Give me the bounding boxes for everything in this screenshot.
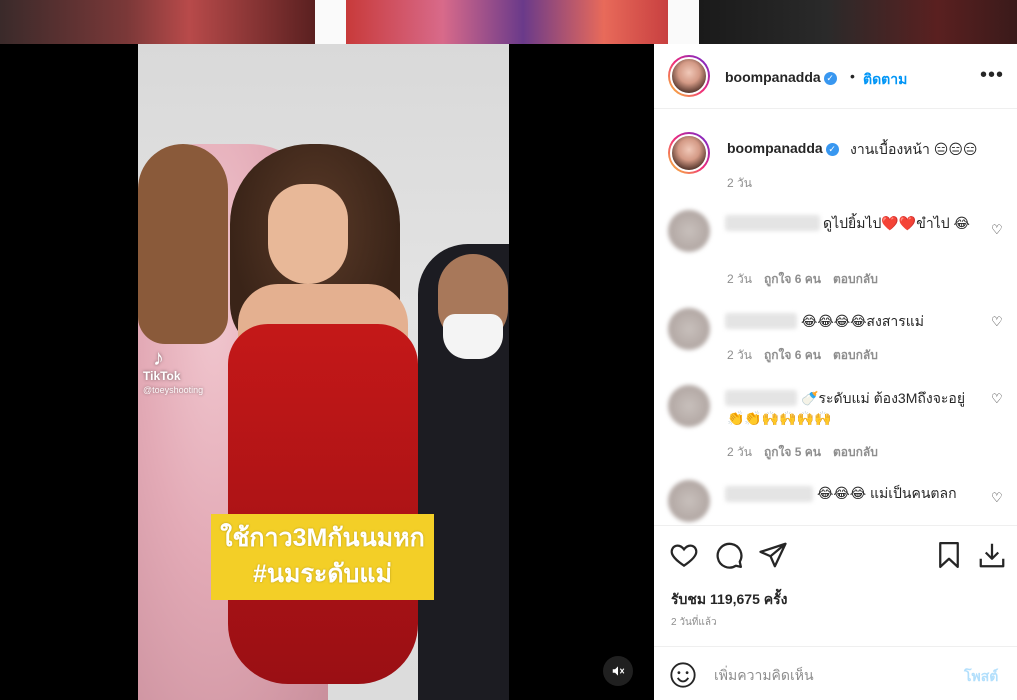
comment-time[interactable]: 2 วัน xyxy=(727,348,752,362)
thumbnail-image[interactable] xyxy=(699,0,1017,44)
video-caption-line: ใช้กาว3Mกันนมหก xyxy=(220,524,425,552)
avatar[interactable] xyxy=(668,385,710,427)
comment-text: 😂😂😂 แม่เป็นคนตลก xyxy=(817,485,957,501)
header-username-text[interactable]: boompanadda xyxy=(725,69,821,85)
avatar[interactable] xyxy=(668,132,710,174)
instagram-post-modal: ♪ TikTok @toeyshooting ใช้กาว3Mกันนมหก #… xyxy=(0,0,1017,700)
caption-username[interactable]: boompanadda ✓ xyxy=(727,140,839,156)
emoji-icon[interactable] xyxy=(669,661,697,689)
like-comment-heart-icon[interactable]: ♡ xyxy=(991,314,1003,330)
avatar[interactable] xyxy=(668,480,710,522)
comment-text: 🍼ระดับแม่ ต้อง3Mถึงจะอยู่ 👏👏🙌🙌🙌🙌 xyxy=(727,390,966,426)
share-icon[interactable] xyxy=(758,540,788,570)
post-actions-bar xyxy=(654,525,1017,583)
verified-badge-icon: ✓ xyxy=(825,143,839,156)
thumbnail-image[interactable] xyxy=(346,0,668,44)
avatar[interactable] xyxy=(668,55,710,97)
red-dress xyxy=(228,324,418,684)
caption-timestamp[interactable]: 2 วัน xyxy=(727,174,752,193)
muted-speaker-icon xyxy=(612,666,625,676)
tiktok-handle: @toeyshooting xyxy=(143,385,204,395)
reply-button[interactable]: ตอบกลับ xyxy=(833,445,878,459)
media-panel: ♪ TikTok @toeyshooting ใช้กาว3Mกันนมหก #… xyxy=(0,44,654,700)
view-count[interactable]: รับชม 119,675 ครั้ง xyxy=(671,589,787,611)
save-bookmark-icon[interactable] xyxy=(934,540,964,570)
comment-meta: 2 วัน ถูกใจ 5 คน ตอบกลับ xyxy=(727,443,890,462)
comment-likes[interactable]: ถูกใจ 6 คน xyxy=(764,272,821,286)
comment-time[interactable]: 2 วัน xyxy=(727,272,752,286)
verified-badge-icon: ✓ xyxy=(823,72,837,85)
post-video[interactable]: ♪ TikTok @toeyshooting ใช้กาว3Mกันนมหก #… xyxy=(138,44,509,700)
comment-time[interactable]: 2 วัน xyxy=(727,445,752,459)
caption-text: งานเบื้องหน้า 😑😑😑 xyxy=(850,141,978,157)
post-comment-button[interactable]: โพสต์ xyxy=(964,666,998,688)
heart-icon[interactable] xyxy=(669,540,699,570)
face-mask xyxy=(443,314,503,359)
post-sidebar: boompanadda ✓ • ติดตาม ••• boompanadda ✓ ง… xyxy=(654,44,1017,700)
video-caption-box: ใช้กาว3Mกันนมหก #นมระดับแม่ xyxy=(211,514,434,600)
like-comment-heart-icon[interactable]: ♡ xyxy=(991,222,1003,238)
reply-button[interactable]: ตอบกลับ xyxy=(833,272,878,286)
reply-button[interactable]: ตอบกลับ xyxy=(833,348,878,362)
mute-button[interactable] xyxy=(603,656,633,686)
add-comment-bar: โพสต์ xyxy=(654,646,1017,700)
tiktok-brand: TikTok xyxy=(143,369,181,383)
more-options-icon[interactable]: ••• xyxy=(980,64,1004,87)
comment-likes[interactable]: ถูกใจ 5 คน xyxy=(764,445,821,459)
comment-icon[interactable] xyxy=(714,540,744,570)
background-thumbnail-strip xyxy=(0,0,1017,44)
video-caption-line: #นมระดับแม่ xyxy=(252,560,393,588)
comment-meta: 2 วัน ถูกใจ 6 คน ตอบกลับ xyxy=(727,346,890,365)
comment-text: ดูไปยิ้มไป❤️❤️ขำไป 😂 xyxy=(823,215,970,231)
avatar[interactable] xyxy=(668,308,710,350)
avatar[interactable] xyxy=(668,210,710,252)
like-comment-heart-icon[interactable]: ♡ xyxy=(991,391,1003,407)
post-timestamp[interactable]: 2 วันที่แล้ว xyxy=(671,615,717,630)
header-username[interactable]: boompanadda ✓ xyxy=(725,69,837,85)
thumbnail-image[interactable] xyxy=(0,0,315,44)
post-header: boompanadda ✓ • ติดตาม ••• xyxy=(654,44,1017,109)
video-person xyxy=(138,144,228,344)
tiktok-watermark: ♪ TikTok @toeyshooting xyxy=(143,345,204,396)
header-separator: • xyxy=(850,68,855,84)
follow-button[interactable]: ติดตาม xyxy=(863,69,907,91)
caption-username-text[interactable]: boompanadda xyxy=(727,140,823,156)
comment-likes[interactable]: ถูกใจ 6 คน xyxy=(764,348,821,362)
comment-meta: 2 วัน ถูกใจ 6 คน ตอบกลับ xyxy=(727,270,890,289)
video-person xyxy=(268,184,348,284)
like-comment-heart-icon[interactable]: ♡ xyxy=(991,490,1003,506)
comment-input[interactable] xyxy=(714,664,954,686)
download-icon[interactable] xyxy=(977,540,1007,570)
tiktok-logo-icon: ♪ xyxy=(153,345,164,370)
comments-list[interactable]: boompanadda ✓ งานเบื้องหน้า 😑😑😑 2 วัน ดูไ… xyxy=(654,110,1017,525)
comment-text: 😂😂😂😂สงสารแม่ xyxy=(801,313,924,329)
